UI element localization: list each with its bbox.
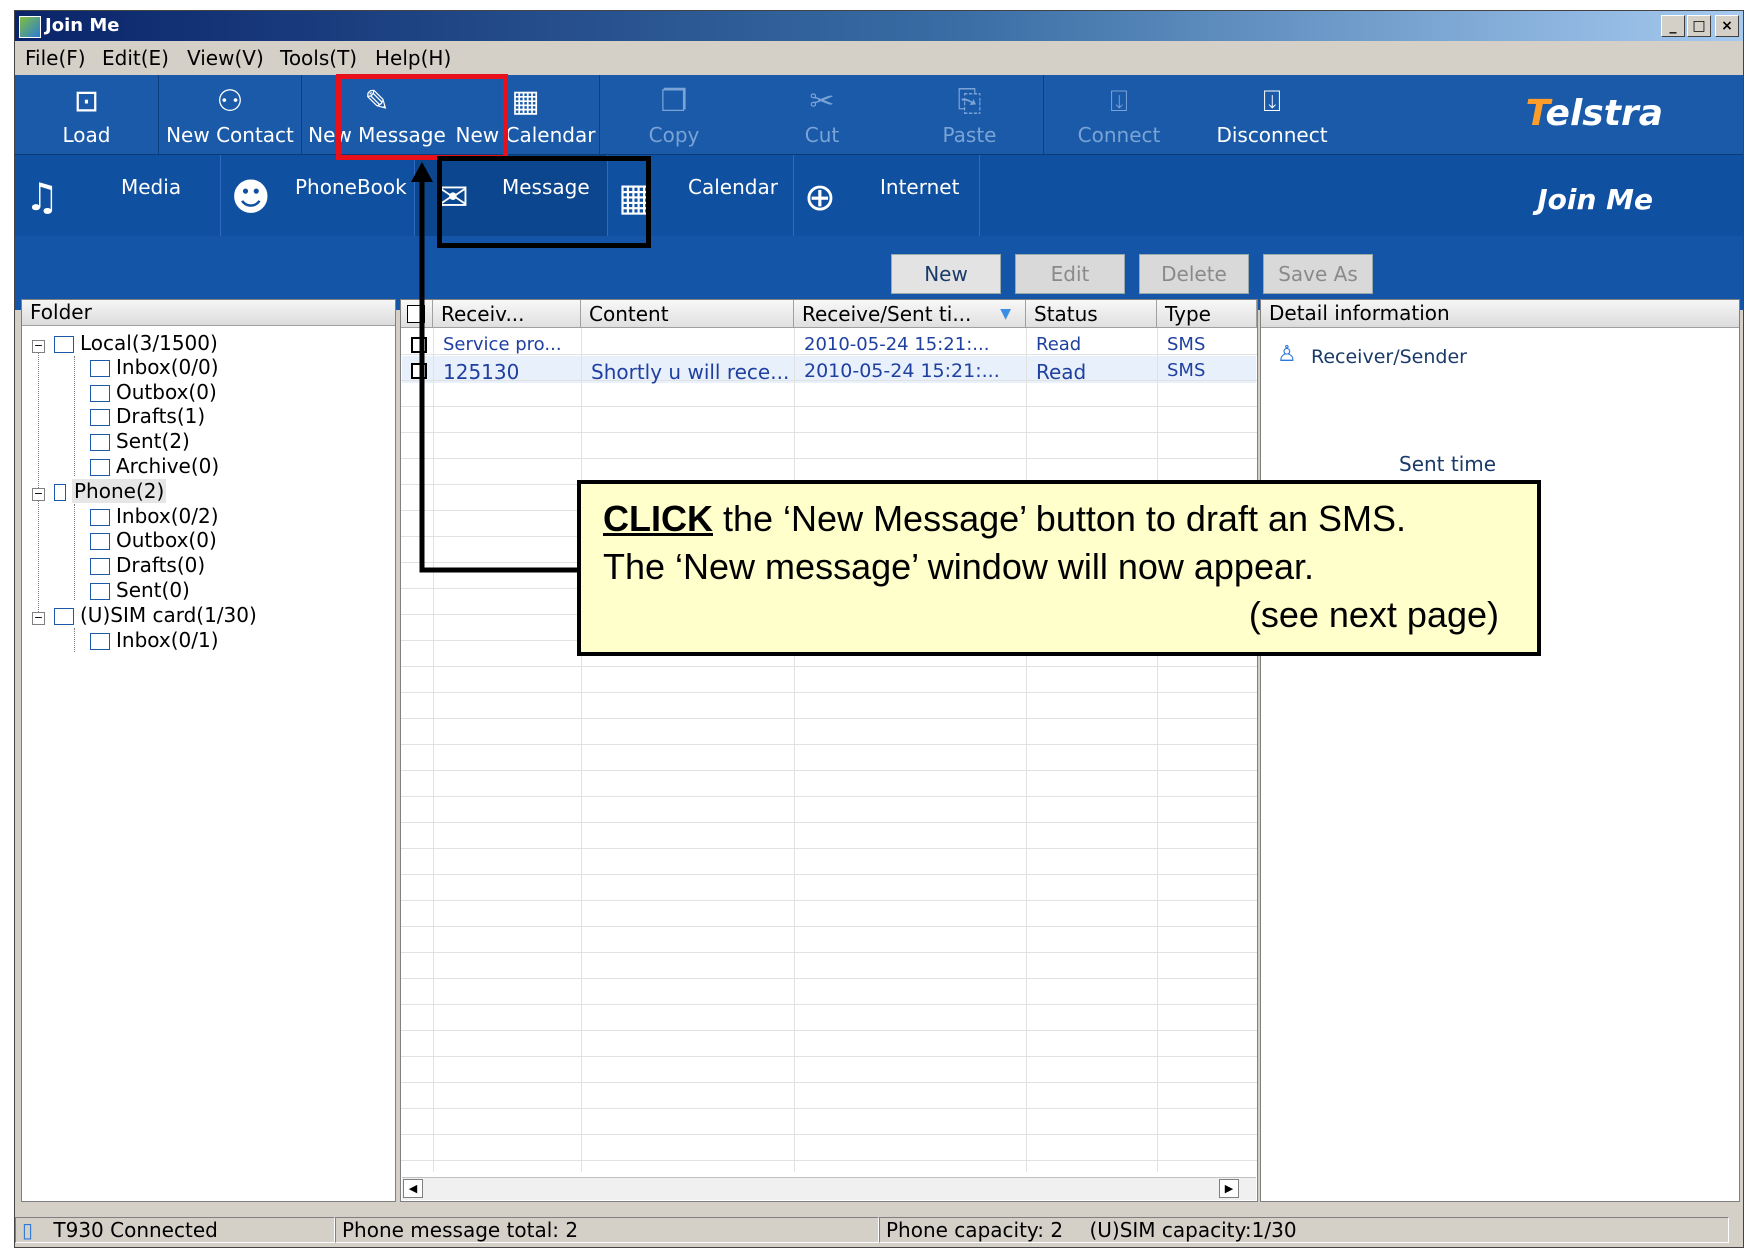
callout-click: CLICK [603, 498, 713, 539]
callout-line-2: The ‘New message’ window will now appear… [603, 546, 1314, 587]
callout-line-1-rest: the ‘New Message’ button to draft an SMS… [713, 498, 1407, 539]
callout-line-3: (see next page) [1248, 594, 1499, 635]
callout-line-1: CLICK the ‘New Message’ button to draft … [603, 498, 1406, 540]
instruction-callout: CLICK the ‘New Message’ button to draft … [578, 481, 1540, 655]
